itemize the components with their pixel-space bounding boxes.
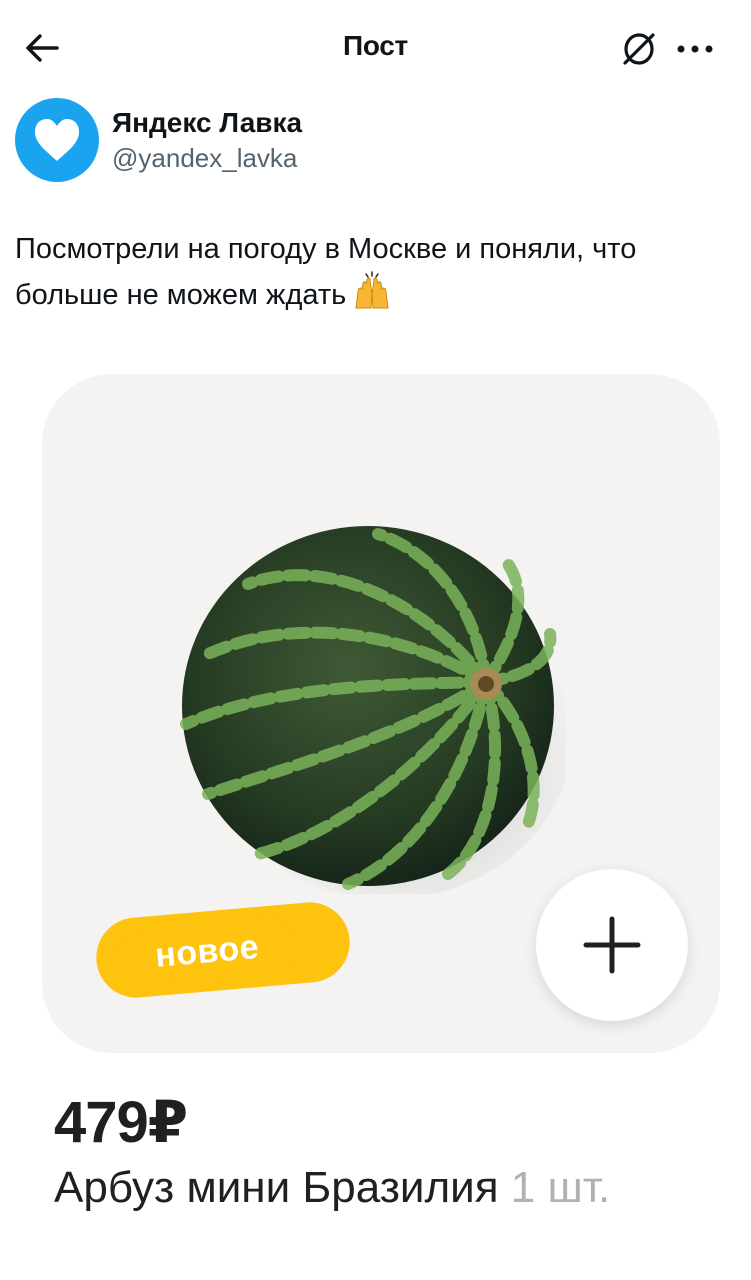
product-quantity: 1 шт. xyxy=(510,1163,611,1212)
new-badge: новое xyxy=(92,899,354,1001)
add-to-cart-button[interactable] xyxy=(536,869,688,1021)
product-price: 479₽ xyxy=(54,1090,188,1155)
author-name[interactable]: Яндекс Лавка xyxy=(112,107,302,139)
yandex-lavka-logo xyxy=(35,119,79,161)
more-horizontal-icon xyxy=(677,45,713,53)
more-button[interactable] xyxy=(672,26,718,72)
product-card[interactable]: новое xyxy=(42,374,720,1053)
top-bar: Пост xyxy=(0,0,751,96)
hide-post-icon xyxy=(623,33,655,65)
tweet-body: Посмотрели на погоду в Москве и поняли, … xyxy=(15,233,637,311)
avatar[interactable] xyxy=(15,98,99,182)
tweet-text: Посмотрели на погоду в Москве и поняли, … xyxy=(15,228,735,322)
plus-icon xyxy=(583,916,641,974)
hide-post-button[interactable] xyxy=(616,26,662,72)
product-name: Арбуз мини Бразилия xyxy=(54,1163,499,1212)
raising-hands-icon xyxy=(352,270,392,322)
product-name-line: Арбуз мини Бразилия 1 шт. xyxy=(54,1163,610,1213)
author-handle[interactable]: @yandex_lavka xyxy=(112,143,297,174)
watermelon-image xyxy=(180,526,566,894)
